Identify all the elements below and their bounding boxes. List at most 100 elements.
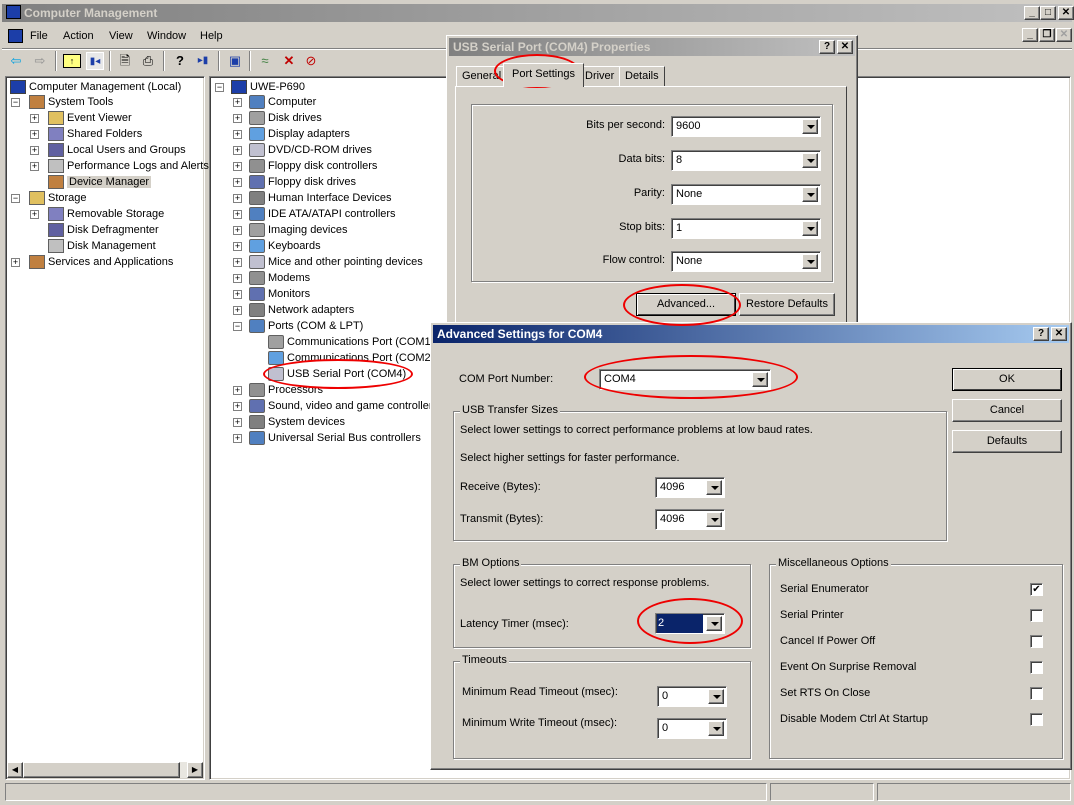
device-category-item[interactable]: Ports (COM & LPT): [249, 318, 363, 334]
expand-icon[interactable]: +: [30, 146, 39, 155]
scroll-left-button[interactable]: ◀: [7, 762, 23, 778]
device-category-item[interactable]: Floppy disk drives: [249, 174, 356, 190]
console-tree-item[interactable]: Performance Logs and Alerts: [48, 158, 209, 174]
expand-icon[interactable]: +: [233, 210, 242, 219]
transmit-bytes-select[interactable]: 4096: [655, 509, 725, 530]
min-write-timeout-select[interactable]: 0: [657, 718, 727, 739]
tab-port-settings[interactable]: Port Settings: [503, 63, 584, 87]
minimize-button[interactable]: _: [1024, 6, 1040, 20]
menu-window[interactable]: Window: [147, 30, 186, 42]
show-hide-action-pane-icon[interactable]: ▸▮: [194, 52, 212, 70]
device-category-item[interactable]: Computer: [249, 94, 316, 110]
forward-icon[interactable]: ⇨: [31, 52, 49, 70]
expand-icon[interactable]: +: [30, 114, 39, 123]
misc-option-checkbox[interactable]: [1030, 713, 1043, 726]
child-close-button[interactable]: ✕: [1056, 28, 1072, 42]
misc-option-checkbox[interactable]: [1030, 635, 1043, 648]
properties-close-button[interactable]: ✕: [837, 40, 853, 54]
console-tree-item[interactable]: Removable Storage: [48, 206, 164, 222]
collapse-icon[interactable]: −: [11, 194, 20, 203]
expand-icon[interactable]: +: [233, 258, 242, 267]
tab-driver[interactable]: Driver: [579, 66, 621, 86]
port-setting-select[interactable]: 1: [671, 218, 821, 239]
child-minimize-button[interactable]: _: [1022, 28, 1038, 42]
advanced-button[interactable]: Advanced...: [636, 293, 736, 316]
console-tree-item[interactable]: Disk Defragmenter: [48, 222, 159, 238]
expand-icon[interactable]: +: [233, 386, 242, 395]
dropdown-arrow-icon[interactable]: [802, 153, 818, 168]
port-setting-select[interactable]: None: [671, 184, 821, 205]
misc-option-checkbox[interactable]: [1030, 661, 1043, 674]
dropdown-arrow-icon[interactable]: [752, 372, 768, 387]
console-tree-hscrollbar[interactable]: ◀ ▶: [7, 762, 203, 778]
port-setting-select[interactable]: 8: [671, 150, 821, 171]
device-category-item[interactable]: Display adapters: [249, 126, 350, 142]
properties-help-button[interactable]: ?: [819, 40, 835, 54]
console-tree-item[interactable]: Shared Folders: [48, 126, 142, 142]
expand-icon[interactable]: +: [233, 178, 242, 187]
console-tree-item[interactable]: Disk Management: [48, 238, 156, 254]
advanced-help-button[interactable]: ?: [1033, 327, 1049, 341]
com-port-select[interactable]: COM4: [599, 369, 771, 390]
latency-timer-select[interactable]: 2: [655, 613, 725, 634]
device-category-item[interactable]: Human Interface Devices: [249, 190, 392, 206]
close-button[interactable]: ✕: [1058, 6, 1074, 20]
disable-icon[interactable]: ⊘: [302, 52, 320, 70]
dropdown-arrow-icon[interactable]: [706, 512, 722, 527]
advanced-close-button[interactable]: ✕: [1051, 327, 1067, 341]
dropdown-arrow-icon[interactable]: [802, 254, 818, 269]
expand-icon[interactable]: +: [233, 226, 242, 235]
expand-icon[interactable]: +: [30, 162, 39, 171]
expand-icon[interactable]: +: [11, 258, 20, 267]
port-setting-select[interactable]: 9600: [671, 116, 821, 137]
show-hide-tree-icon[interactable]: ▮◂: [86, 52, 104, 70]
device-category-item[interactable]: Mice and other pointing devices: [249, 254, 423, 270]
collapse-root-expander[interactable]: −: [215, 83, 224, 92]
cancel-button[interactable]: Cancel: [952, 399, 1062, 422]
device-category-item[interactable]: Processors: [249, 382, 323, 398]
device-category-item[interactable]: IDE ATA/ATAPI controllers: [249, 206, 396, 222]
expand-icon[interactable]: +: [30, 130, 39, 139]
expand-icon[interactable]: +: [233, 130, 242, 139]
ok-button[interactable]: OK: [952, 368, 1062, 391]
console-tree-item[interactable]: Storage: [29, 190, 87, 206]
expand-icon[interactable]: +: [233, 98, 242, 107]
dropdown-arrow-icon[interactable]: [706, 616, 722, 631]
dropdown-arrow-icon[interactable]: [802, 187, 818, 202]
properties-icon[interactable]: 🗎: [116, 52, 134, 70]
device-category-item[interactable]: Monitors: [249, 286, 310, 302]
dropdown-arrow-icon[interactable]: [708, 689, 724, 704]
menu-action[interactable]: Action: [63, 30, 94, 42]
expand-icon[interactable]: +: [233, 242, 242, 251]
tree-root-computer-management[interactable]: Computer Management (Local): [10, 79, 181, 95]
dropdown-arrow-icon[interactable]: [708, 721, 724, 736]
expand-icon[interactable]: +: [233, 194, 242, 203]
dropdown-arrow-icon[interactable]: [706, 480, 722, 495]
device-category-item[interactable]: Sound, video and game controllers: [249, 398, 438, 414]
misc-option-checkbox[interactable]: [1030, 609, 1043, 622]
collapse-icon[interactable]: −: [11, 98, 20, 107]
port-device-item[interactable]: Communications Port (COM1): [268, 334, 434, 350]
console-tree-item[interactable]: Services and Applications: [29, 254, 173, 270]
menu-view[interactable]: View: [109, 30, 133, 42]
tab-details[interactable]: Details: [619, 66, 665, 86]
scroll-thumb[interactable]: [23, 762, 180, 778]
device-category-item[interactable]: Modems: [249, 270, 310, 286]
dropdown-arrow-icon[interactable]: [802, 119, 818, 134]
update-driver-icon[interactable]: ≈: [256, 52, 274, 70]
port-device-item[interactable]: Communications Port (COM2): [268, 350, 434, 366]
device-category-item[interactable]: DVD/CD-ROM drives: [249, 142, 372, 158]
expand-icon[interactable]: +: [30, 210, 39, 219]
print-icon[interactable]: ⎙: [139, 52, 157, 70]
device-category-item[interactable]: Disk drives: [249, 110, 322, 126]
defaults-button[interactable]: Defaults: [952, 430, 1062, 453]
help-icon[interactable]: ?: [171, 52, 189, 70]
expand-icon[interactable]: +: [233, 418, 242, 427]
expand-icon[interactable]: +: [233, 306, 242, 315]
device-category-item[interactable]: System devices: [249, 414, 345, 430]
expand-icon[interactable]: +: [233, 402, 242, 411]
restore-defaults-button[interactable]: Restore Defaults: [739, 293, 835, 316]
console-tree-item[interactable]: System Tools: [29, 94, 113, 110]
expand-icon[interactable]: +: [233, 162, 242, 171]
expand-icon[interactable]: +: [233, 290, 242, 299]
